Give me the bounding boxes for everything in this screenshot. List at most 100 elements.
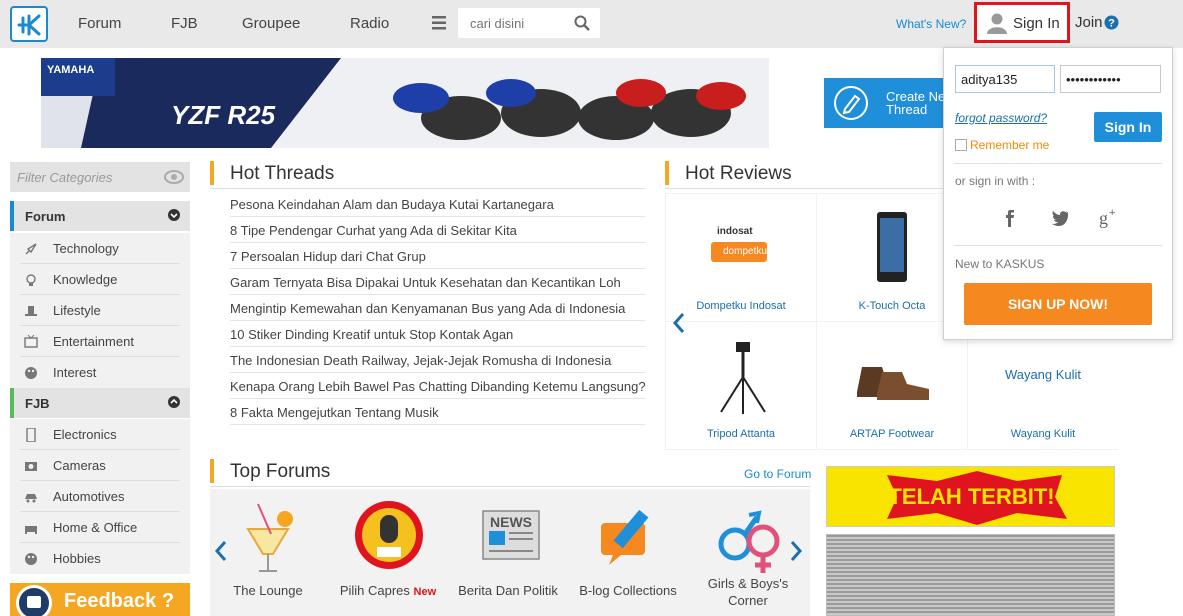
forum-label-text: Pilih Capres [339,583,410,598]
feedback-label: Feedback ? [64,590,175,612]
search-icon[interactable] [574,15,590,31]
sidebar-item-technology[interactable]: Technology [10,233,190,264]
forum-the-lounge[interactable]: The Lounge [213,489,323,598]
yamaha-banner-ad[interactable]: YAMAHA YZF R25 [41,58,769,148]
hot-threads-title: Hot Threads [230,163,335,184]
sign-up-button[interactable]: SIGN UP NOW! [964,283,1152,325]
camera-icon [25,462,37,471]
review-card[interactable]: ARTAP Footwear [817,322,967,449]
forum-label: Berita Dan Politik [458,583,558,598]
telah-terbit-ad[interactable]: TELAH TERBIT! [826,466,1115,527]
sidebar-item-hobbies[interactable]: Hobbies [10,543,190,574]
thread-link[interactable]: Pesona Keindahan Alam dan Budaya Kutai K… [230,191,645,217]
sidebar-item-entertainment[interactable]: Entertainment [10,326,190,357]
forum-girls-boys-corner[interactable]: Girls & Boys's Corner [693,489,803,608]
nav-radio[interactable]: Radio [350,15,389,32]
hot-threads-header: Hot Threads [210,161,645,185]
review-card[interactable]: indosat dompetku Dompetku Indosat [666,194,816,321]
forum-pilih-capres[interactable]: Pilih Capres New [333,489,443,598]
palette-icon [25,367,37,379]
hot-reviews-header: Hot Reviews [665,161,945,185]
whats-new-link[interactable]: What's New? [896,17,966,31]
checkbox[interactable] [955,139,967,151]
thread-link[interactable]: Mengintip Kemewahan dan Kenyamanan Bus y… [230,295,645,321]
review-caption: Tripod Attanta [706,428,776,440]
nav-forum[interactable]: Forum [78,15,121,32]
nav-fjb[interactable]: FJB [171,15,198,32]
sidebar-category-fjb[interactable]: FJB [10,388,190,418]
thread-link[interactable]: Kenapa Orang Lebih Bawel Pas Chatting Di… [230,373,646,399]
remember-me-label: Remember me [970,138,1050,152]
filter-categories[interactable]: Filter Categories [10,162,190,192]
sidebar-item-lifestyle[interactable]: Lifestyle [10,295,190,326]
svg-text:g: g [1099,208,1108,228]
review-caption: Wayang Kulit [1010,428,1076,440]
thread-link[interactable]: 8 Tipe Pendengar Curhat yang Ada di Seki… [230,217,645,243]
sidebar-item-label: Hobbies [53,551,101,566]
thread-link[interactable]: Garam Ternyata Bisa Dipakai Untuk Keseha… [230,269,645,295]
sign-in-button[interactable]: Sign In [974,2,1070,43]
search-input[interactable] [458,8,568,38]
new-to-kaskus-text: New to KASKUS [955,257,1045,271]
banner-image [41,58,769,148]
eye-icon[interactable] [164,170,184,184]
sidebar-item-label: Lifestyle [53,303,101,318]
google-plus-icon[interactable]: g + [1099,206,1121,228]
forum-label-line1: Girls & Boys's [707,576,789,591]
chevron-left-icon[interactable] [214,540,228,562]
chevron-right-icon[interactable] [789,540,803,562]
create-thread-line2: Thread [886,102,928,117]
thread-link[interactable]: 7 Persoalan Hidup dari Chat Grup [230,243,645,269]
thread-link[interactable]: The Indonesian Death Railway, Jejak-Jeja… [230,347,645,373]
divider [210,188,645,189]
submit-sign-in-button[interactable]: Sign In [1094,112,1162,142]
sidebar-item-label: Knowledge [53,272,118,287]
phone-icon [26,428,36,442]
pencil-icon [834,86,868,120]
sidebar-item-automotives[interactable]: Automotives [10,481,190,512]
facebook-icon[interactable] [1002,206,1018,228]
microphone-icon [355,501,423,569]
feedback-button[interactable]: Feedback ? [10,583,190,616]
forum-berita-dan-politik[interactable]: NEWS Berita Dan Politik [453,489,563,598]
help-icon[interactable]: ? [1104,15,1119,30]
hat-icon [25,306,37,316]
tripod-image [720,342,766,414]
join-link[interactable]: Join [1075,14,1103,31]
sidebar-category-forum[interactable]: Forum [10,201,190,231]
blog-icon [601,509,649,565]
sidebar-category-label: FJB [25,396,50,411]
palette-icon [25,553,37,565]
forgot-password-link[interactable]: forgot password? [955,111,1047,125]
review-card[interactable]: Tripod Attanta [666,322,816,449]
sidebar-item-cameras[interactable]: Cameras [10,450,190,481]
sidebar-item-home-office[interactable]: Home & Office [10,512,190,543]
review-caption: ARTAP Footwear [849,428,935,440]
banner-brand: YAMAHA [47,64,95,76]
sidebar-item-electronics[interactable]: Electronics [10,419,190,450]
tv-icon [24,335,38,348]
remember-me-checkbox[interactable]: Remember me [955,138,1049,152]
sidebar-item-interest[interactable]: Interest [10,357,190,388]
forum-blog-collections[interactable]: B-log Collections [573,489,683,598]
sidebar-item-label: Home & Office [53,520,138,535]
username-field[interactable] [955,65,1055,93]
thread-link[interactable]: 10 Stiker Dinding Kreatif untuk Stop Kon… [230,321,645,347]
sidebar-item-knowledge[interactable]: Knowledge [10,264,190,295]
kaskus-logo[interactable] [10,6,48,42]
chevron-left-icon[interactable] [672,312,686,334]
wayang-kulit-image-text: Wayang Kulit [1004,367,1082,382]
svg-text:+: + [1109,207,1115,219]
menu-icon[interactable] [422,8,456,38]
nav-groupee[interactable]: Groupee [242,15,300,32]
password-field[interactable] [1060,65,1161,93]
go-to-forum-link[interactable]: Go to Forum [744,467,811,481]
fist-icon [16,585,52,616]
thread-link[interactable]: 8 Fakta Mengejutkan Tentang Musik [230,399,645,425]
indosat-logo: indosat dompetku [711,224,771,268]
twitter-icon[interactable] [1050,206,1070,228]
forum-label: Pilih Capres New [333,583,443,598]
chevron-down-icon [168,209,180,221]
review-card[interactable]: Wayang Kulit Wayang Kulit [968,322,1118,449]
gray-ad[interactable] [826,534,1115,616]
